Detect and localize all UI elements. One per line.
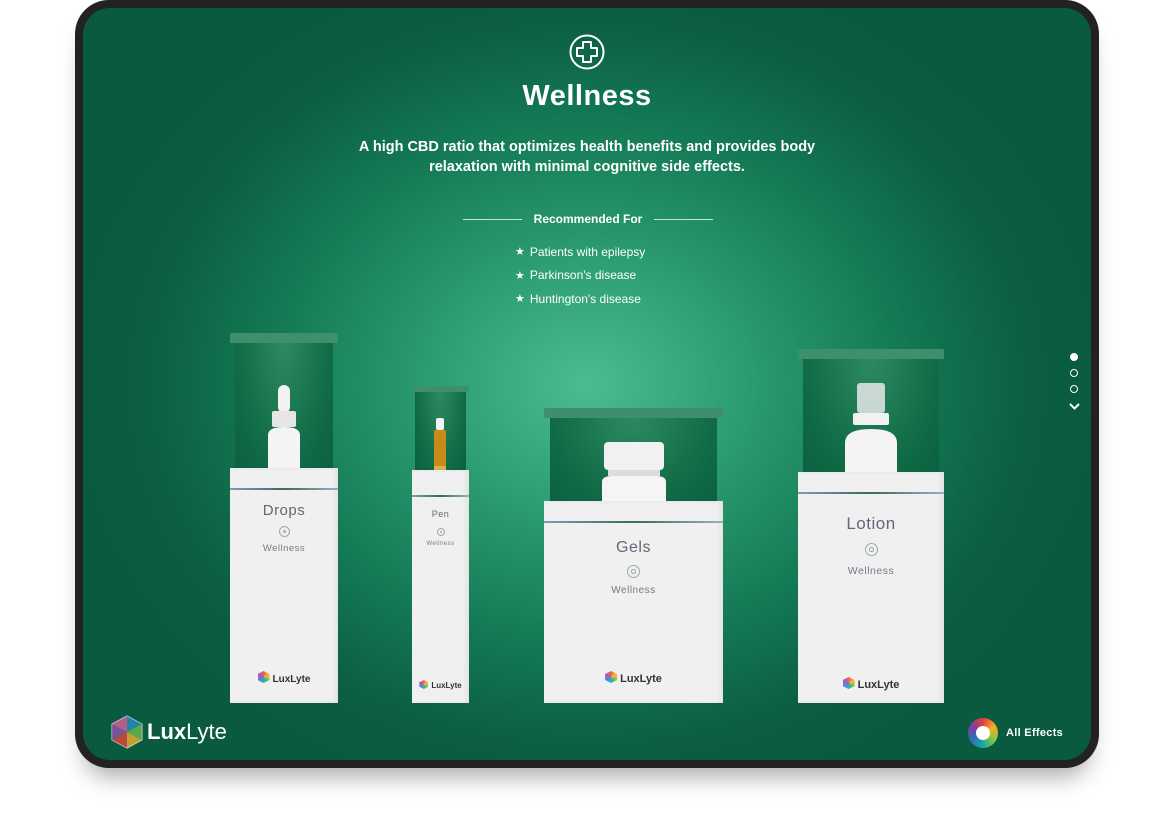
product-name: Pen (431, 509, 450, 519)
chevron-down-icon[interactable] (1069, 401, 1084, 411)
page-title: Wellness (522, 80, 652, 112)
page-dot-1[interactable] (1070, 353, 1078, 361)
tablet-frame: Wellness A high CBD ratio that optimizes… (75, 0, 1099, 768)
pill-bottle-icon (602, 442, 666, 508)
list-item: ★ Patients with epilepsy (515, 244, 646, 259)
product-category: Wellness (262, 543, 306, 554)
recommended-label: Recommended For (533, 212, 643, 226)
product-pen[interactable]: Pen Wellness LuxLyte (412, 386, 469, 703)
brand-logo: LuxLyte (798, 677, 944, 691)
product-gels[interactable]: Gels Wellness LuxLyte (544, 408, 723, 703)
all-effects-label: All Effects (1006, 727, 1064, 739)
brand-logo: LuxLyte (412, 680, 469, 690)
app-screen: Wellness A high CBD ratio that optimizes… (83, 8, 1091, 760)
logo-text: LuxLyte (147, 719, 227, 744)
product-lotion[interactable]: Lotion Wellness LuxLyte (798, 349, 944, 703)
product-name: Drops (262, 502, 306, 519)
dropper-bottle-icon (268, 385, 300, 475)
page-dot-3[interactable] (1070, 385, 1078, 393)
page-indicator (1069, 353, 1084, 411)
color-wheel-icon (968, 718, 998, 748)
recommended-list: ★ Patients with epilepsy ★ Parkinson's dis… (515, 240, 645, 311)
wellness-icon (437, 528, 445, 536)
medical-cross-icon (569, 34, 605, 70)
product-name: Gels (616, 539, 651, 556)
star-icon: ★ (515, 246, 525, 259)
product-category: Wellness (611, 585, 656, 596)
product-drops[interactable]: Drops Wellness LuxLyte (230, 333, 338, 703)
all-effects-button[interactable]: All Effects (968, 718, 1063, 748)
product-name: Lotion (846, 514, 896, 533)
list-item: ★ Parkinson's disease (515, 268, 637, 283)
product-category: Wellness (847, 565, 895, 577)
luxlyte-gem-icon (111, 715, 143, 749)
brand-logo: LuxLyte (544, 671, 723, 685)
luxlyte-logo[interactable]: LuxLyte (111, 715, 227, 749)
list-item: ★ Huntington's disease (515, 291, 641, 306)
divider (463, 218, 522, 220)
star-icon: ★ (515, 293, 525, 306)
star-icon: ★ (515, 269, 525, 282)
product-category: Wellness (426, 541, 455, 547)
brand-logo: LuxLyte (230, 671, 338, 685)
wellness-icon (627, 565, 640, 578)
pump-bottle-icon (845, 383, 897, 479)
recommended-heading: Recommended For (463, 212, 713, 226)
wellness-icon (279, 526, 290, 537)
vape-cartridge-icon (434, 418, 446, 474)
page-dot-2[interactable] (1070, 369, 1078, 377)
divider (654, 218, 713, 220)
wellness-icon (865, 543, 878, 556)
page-description: A high CBD ratio that optimizes health b… (358, 139, 816, 175)
